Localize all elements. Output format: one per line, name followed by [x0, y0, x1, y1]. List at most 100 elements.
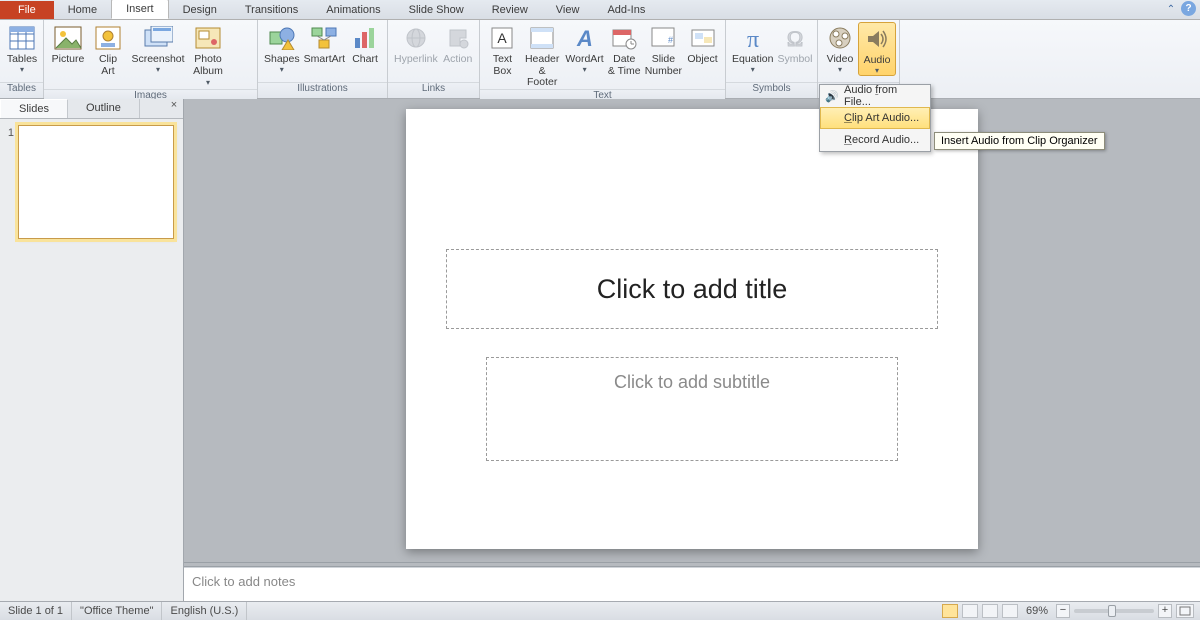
object-button[interactable]: Object — [684, 22, 721, 66]
wordart-button[interactable]: A WordArt ▾ — [563, 22, 605, 74]
clipart-button[interactable]: Clip Art — [88, 22, 128, 77]
hyperlink-icon — [400, 24, 432, 52]
tab-outline[interactable]: Outline — [68, 99, 140, 118]
wordart-label: WordArt — [565, 54, 603, 66]
date-label2: & Time — [608, 66, 641, 78]
photo-album-button[interactable]: Photo Album ▾ — [188, 22, 228, 89]
slide-canvas[interactable]: Click to add title Click to add subtitle — [406, 109, 978, 549]
video-button[interactable]: Video ▾ — [822, 22, 858, 74]
clipart-icon — [92, 24, 124, 52]
view-reading-button[interactable] — [982, 604, 998, 618]
svg-text:A: A — [498, 30, 508, 46]
screenshot-label: Screenshot — [131, 54, 184, 66]
notes-pane[interactable]: Click to add notes — [184, 567, 1200, 601]
symbol-icon: Ω — [779, 24, 811, 52]
tab-animations[interactable]: Animations — [312, 1, 394, 19]
svg-text:π: π — [747, 27, 759, 51]
shapes-label: Shapes — [264, 54, 300, 66]
tab-transitions[interactable]: Transitions — [231, 1, 312, 19]
menu-audio-from-file[interactable]: 🔊 Audio from File... — [820, 85, 930, 107]
header-label2: & Footer — [523, 66, 561, 89]
equation-icon: π — [737, 24, 769, 52]
help-icon[interactable]: ? — [1181, 1, 1196, 16]
equation-button[interactable]: π Equation ▾ — [730, 22, 775, 74]
menu-clip-art-audio[interactable]: Clip Art Audio... — [820, 107, 930, 129]
wordart-icon: A — [569, 24, 601, 52]
photo-label2: Album — [193, 65, 223, 77]
tab-slides-thumbnails[interactable]: Slides — [0, 99, 68, 118]
tab-review[interactable]: Review — [478, 1, 542, 19]
menu-record-audio[interactable]: Record Audio... — [820, 129, 930, 151]
audio-label: Audio — [864, 55, 891, 67]
title-placeholder[interactable]: Click to add title — [446, 249, 938, 329]
ribbon-minimize-icon[interactable]: ⌃ — [1163, 1, 1179, 17]
group-illustrations: Shapes ▾ SmartArt Chart Illustrations — [258, 20, 388, 98]
chevron-down-icon: ▾ — [583, 66, 587, 75]
slide-thumbnail[interactable] — [18, 125, 174, 239]
tab-slideshow[interactable]: Slide Show — [395, 1, 478, 19]
smartart-label: SmartArt — [304, 54, 345, 66]
clipart-label1: Clip — [99, 54, 117, 66]
object-label: Object — [687, 54, 717, 66]
hyperlink-button: Hyperlink — [392, 22, 440, 66]
tooltip: Insert Audio from Clip Organizer — [934, 132, 1105, 150]
thumbnail-number: 1 — [4, 125, 18, 139]
zoom-slider-thumb[interactable] — [1108, 605, 1116, 617]
equation-label: Equation — [732, 54, 773, 66]
date-time-button[interactable]: Date & Time — [606, 22, 643, 77]
status-language[interactable]: English (U.S.) — [162, 602, 247, 620]
symbol-label: Symbol — [777, 54, 812, 66]
table-icon — [6, 24, 38, 52]
svg-text:Ω: Ω — [787, 26, 803, 51]
header-footer-button[interactable]: Header & Footer — [521, 22, 563, 89]
group-symbols-label: Symbols — [726, 82, 817, 98]
subtitle-placeholder[interactable]: Click to add subtitle — [486, 357, 898, 461]
smartart-button[interactable]: SmartArt — [302, 22, 347, 66]
chart-label: Chart — [352, 54, 378, 66]
chart-button[interactable]: Chart — [347, 22, 383, 66]
chevron-down-icon: ▾ — [20, 66, 24, 75]
tab-insert[interactable]: Insert — [111, 0, 169, 19]
status-slide-count: Slide 1 of 1 — [0, 602, 72, 620]
tab-home[interactable]: Home — [54, 1, 111, 19]
slide-number-button[interactable]: # Slide Number — [643, 22, 684, 77]
zoom-in-button[interactable]: + — [1158, 604, 1172, 618]
tab-design[interactable]: Design — [169, 1, 231, 19]
action-button: Action — [440, 22, 476, 66]
view-sorter-button[interactable] — [962, 604, 978, 618]
picture-button[interactable]: Picture — [48, 22, 88, 66]
audio-button[interactable]: Audio ▾ — [858, 22, 896, 76]
tab-view[interactable]: View — [542, 1, 594, 19]
close-icon[interactable]: × — [165, 99, 183, 118]
svg-text:#: # — [668, 35, 673, 45]
zoom-out-button[interactable]: − — [1056, 604, 1070, 618]
tables-button[interactable]: Tables ▾ — [4, 22, 40, 74]
view-slideshow-button[interactable] — [1002, 604, 1018, 618]
chevron-down-icon: ▾ — [838, 66, 842, 75]
date-label1: Date — [613, 54, 635, 66]
menu-audio-from-file-label: Audio from File... — [844, 84, 924, 108]
speaker-icon: 🔊 — [824, 88, 840, 104]
zoom-percent[interactable]: 69% — [1026, 605, 1048, 617]
fit-to-window-button[interactable] — [1176, 604, 1194, 618]
tables-label: Tables — [7, 54, 37, 66]
ribbon-tabstrip: File Home Insert Design Transitions Anim… — [0, 0, 1200, 20]
video-icon — [824, 24, 856, 52]
group-images: Picture Clip Art Screenshot ▾ Photo Albu… — [44, 20, 258, 98]
symbol-button: Ω Symbol — [775, 22, 814, 66]
statusbar-right: 69% − + — [942, 604, 1200, 618]
smartart-icon — [308, 24, 340, 52]
view-normal-button[interactable] — [942, 604, 958, 618]
textbox-label2: Box — [493, 66, 511, 78]
textbox-button[interactable]: A Text Box — [484, 22, 521, 77]
thumbnail-row[interactable]: 1 — [4, 125, 179, 239]
menu-clip-art-audio-label: Clip Art Audio... — [844, 112, 919, 124]
tab-file[interactable]: File — [0, 1, 54, 19]
tab-addins[interactable]: Add-Ins — [593, 1, 659, 19]
hyperlink-label: Hyperlink — [394, 54, 438, 66]
screenshot-button[interactable]: Screenshot ▾ — [128, 22, 188, 74]
chevron-down-icon: ▾ — [875, 67, 879, 76]
group-links-label: Links — [388, 82, 479, 98]
zoom-slider[interactable] — [1074, 609, 1154, 613]
shapes-button[interactable]: Shapes ▾ — [262, 22, 302, 74]
